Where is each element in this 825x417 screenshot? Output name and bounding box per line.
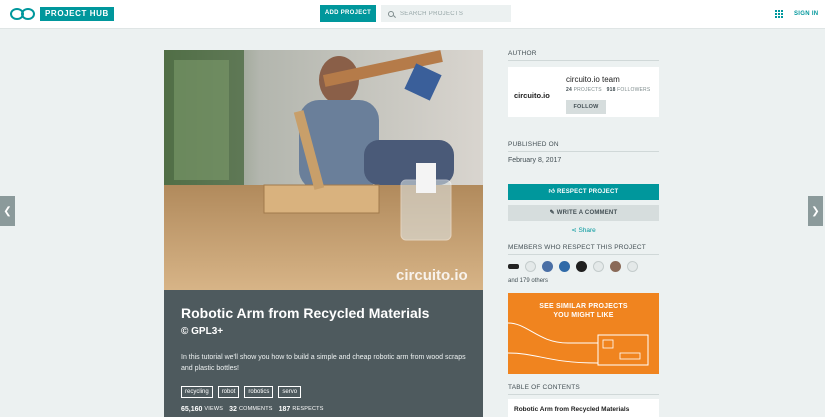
search-icon [388, 10, 394, 17]
next-project-button[interactable]: ❯ [808, 196, 823, 226]
project-sidebar: AUTHOR circuito.io circuito.io team 24 P… [508, 50, 659, 417]
author-projects-count: 24 [566, 87, 572, 93]
project-cover-image[interactable]: circuito.io [164, 50, 483, 290]
respect-project-label: RESPECT PROJECT [557, 189, 619, 195]
hero-watermark: circuito.io [396, 267, 468, 284]
share-label: Share [578, 227, 596, 234]
chevron-left-icon: ❮ [3, 205, 12, 217]
logo-text: PROJECT HUB [40, 7, 114, 21]
arduino-infinity-icon [10, 7, 36, 21]
share-icon: ⋖ [571, 227, 577, 234]
tag-robotics[interactable]: robotics [244, 386, 274, 398]
members-others-count[interactable]: and 179 others [508, 278, 659, 284]
published-section-title: PUBLISHED ON [508, 141, 659, 152]
chevron-right-icon: ❯ [811, 205, 820, 217]
add-project-button[interactable]: ADD PROJECT [320, 5, 376, 22]
author-projects-label: PROJECTS [573, 87, 602, 93]
member-avatar-list [508, 261, 659, 272]
respects-label: RESPECTS [292, 406, 324, 412]
tag-robot[interactable]: robot [217, 386, 240, 398]
author-section-title: AUTHOR [508, 50, 659, 61]
apps-grid-icon[interactable] [775, 10, 783, 18]
members-section-title: MEMBERS WHO RESPECT THIS PROJECT [508, 244, 659, 255]
author-card: circuito.io circuito.io team 24 PROJECTS… [508, 67, 659, 117]
published-date: February 8, 2017 [508, 157, 562, 164]
similar-projects-banner[interactable]: SEE SIMILAR PROJECTS YOU MIGHT LIKE [508, 293, 659, 374]
member-avatar[interactable] [593, 261, 604, 272]
write-comment-button[interactable]: ✎ WRITE A COMMENT [508, 205, 659, 221]
project-stats: 65,160 VIEWS 32 COMMENTS 187 RESPECTS [181, 406, 466, 413]
cover-illustration: circuito.io [164, 50, 483, 290]
project-info-panel: Robotic Arm from Recycled Materials © GP… [164, 290, 483, 417]
follow-button[interactable]: FOLLOW [566, 100, 606, 114]
member-avatar[interactable] [559, 261, 570, 272]
toc-item[interactable]: Robotic Arm from Recycled Materials [508, 399, 659, 417]
member-avatar[interactable] [610, 261, 621, 272]
respects-count: 187 [278, 406, 291, 413]
tag-list: recycling robot robotics servo [181, 386, 466, 398]
top-header: PROJECT HUB ADD PROJECT SIGN IN [0, 0, 825, 29]
sign-in-link[interactable]: SIGN IN [794, 11, 818, 17]
tag-servo[interactable]: servo [278, 386, 302, 398]
member-avatar[interactable] [627, 261, 638, 272]
respect-project-button[interactable]: 👍︎ RESPECT PROJECT [508, 184, 659, 200]
search-box[interactable] [381, 5, 511, 22]
author-name[interactable]: circuito.io team [566, 75, 620, 84]
share-link[interactable]: ⋖ Share [508, 226, 659, 234]
project-hub-logo[interactable]: PROJECT HUB [10, 7, 114, 21]
member-avatar[interactable] [542, 261, 553, 272]
views-label: VIEWS [204, 406, 224, 412]
author-followers-label: FOLLOWERS [617, 87, 651, 93]
tag-recycling[interactable]: recycling [181, 386, 213, 398]
project-title: Robotic Arm from Recycled Materials [181, 305, 430, 321]
board-outline-icon [508, 322, 649, 366]
author-stats: 24 PROJECTS 918 FOLLOWERS [566, 87, 650, 93]
member-avatar[interactable] [525, 261, 536, 272]
pencil-icon: ✎ [549, 210, 555, 216]
author-followers-count: 918 [606, 87, 616, 93]
member-avatar[interactable] [576, 261, 587, 272]
prev-project-button[interactable]: ❮ [0, 196, 15, 226]
comments-label: COMMENTS [238, 406, 273, 412]
author-logo[interactable]: circuito.io [514, 91, 550, 100]
views-count: 65,160 [181, 406, 203, 413]
project-description: In this tutorial we'll show you how to b… [181, 354, 466, 372]
toc-section-title: TABLE OF CONTENTS [508, 384, 659, 395]
member-avatar[interactable] [508, 264, 519, 269]
search-input[interactable] [400, 10, 500, 17]
write-comment-label: WRITE A COMMENT [556, 210, 618, 216]
comments-count: 32 [229, 406, 237, 413]
project-license[interactable]: © GPL3+ [181, 326, 466, 337]
thumbs-up-icon: 👍︎ [548, 189, 556, 195]
